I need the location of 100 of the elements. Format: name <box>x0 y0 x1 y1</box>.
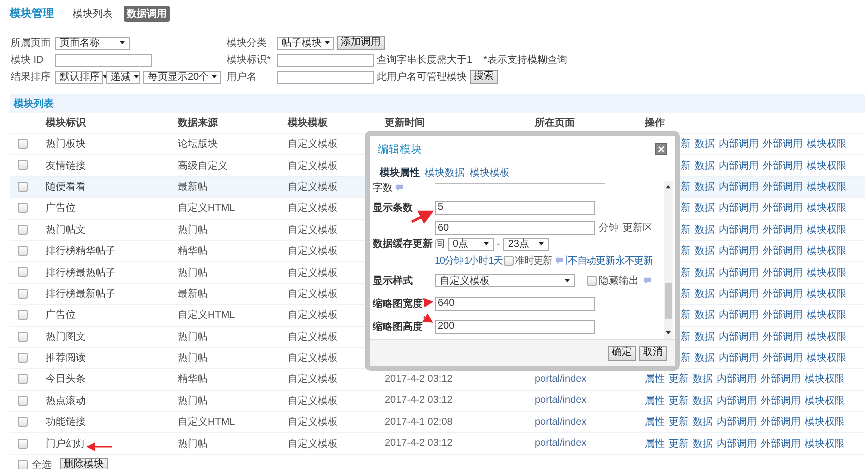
action-link[interactable]: 属性 <box>645 436 665 451</box>
action-link[interactable]: 外部调用 <box>763 351 803 366</box>
action-link[interactable]: 更新 <box>669 394 689 408</box>
action-link[interactable]: 内部调用 <box>717 394 757 408</box>
action-link[interactable]: 新 <box>681 266 691 280</box>
action-link[interactable]: 内部调用 <box>719 201 759 216</box>
action-link[interactable]: 模块权限 <box>805 394 845 408</box>
page-link[interactable]: portal/index <box>535 395 587 406</box>
dialog-tab[interactable]: 模块属性 <box>380 166 420 178</box>
dialog-button[interactable]: 取消 <box>639 346 667 360</box>
action-link[interactable]: 数据 <box>695 137 715 152</box>
action-link[interactable]: 数据 <box>695 308 715 322</box>
input-field[interactable]: 200 <box>435 320 595 334</box>
order-select[interactable]: 递减 <box>106 70 140 84</box>
preset-link[interactable]: 1天 <box>488 254 503 268</box>
action-link[interactable]: 外部调用 <box>763 137 803 152</box>
action-link[interactable]: 外部调用 <box>763 244 803 258</box>
row-checkbox[interactable] <box>18 396 28 406</box>
action-link[interactable]: 数据 <box>693 394 713 408</box>
action-link[interactable]: 内部调用 <box>719 330 759 344</box>
action-link[interactable]: 新 <box>681 158 691 173</box>
action-link[interactable]: 新 <box>681 308 691 322</box>
action-link[interactable]: 模块权限 <box>807 351 847 366</box>
action-link[interactable]: 外部调用 <box>761 372 801 386</box>
row-checkbox[interactable] <box>18 352 28 363</box>
update-link[interactable]: 永不更新 <box>616 254 653 268</box>
action-link[interactable]: 新 <box>681 286 691 301</box>
sort-select[interactable]: 默认排序 <box>55 70 103 84</box>
action-link[interactable]: 外部调用 <box>763 222 803 237</box>
action-link[interactable]: 模块权限 <box>807 286 847 301</box>
id-input[interactable] <box>55 54 152 66</box>
action-link[interactable]: 模块权限 <box>807 308 847 322</box>
help-icon[interactable] <box>395 184 404 192</box>
key-input[interactable] <box>277 54 374 66</box>
action-link[interactable]: 更新 <box>669 436 689 451</box>
action-link[interactable]: 内部调用 <box>719 180 759 194</box>
action-link[interactable]: 属性 <box>645 415 665 430</box>
action-link[interactable]: 外部调用 <box>761 415 801 430</box>
action-link[interactable]: 数据 <box>695 222 715 237</box>
page-link[interactable]: portal/index <box>535 438 587 450</box>
action-link[interactable]: 模块权限 <box>805 415 845 430</box>
page-select[interactable]: 页面名称 <box>55 36 130 50</box>
action-link[interactable]: 模块权限 <box>807 266 847 280</box>
preset-link[interactable]: 1小时 <box>464 254 488 268</box>
row-checkbox[interactable] <box>18 438 28 449</box>
close-button[interactable] <box>655 143 667 155</box>
action-link[interactable]: 模块权限 <box>807 330 847 344</box>
action-link[interactable]: 数据 <box>695 351 715 366</box>
category-select[interactable]: 帖子模块 <box>277 36 334 50</box>
search-button[interactable]: 搜索 <box>470 70 498 84</box>
action-link[interactable]: 属性 <box>645 372 665 386</box>
nav-tab[interactable]: 数据调用 <box>124 6 170 22</box>
row-checkbox[interactable] <box>18 417 28 428</box>
action-link[interactable]: 内部调用 <box>719 137 759 152</box>
row-checkbox[interactable] <box>18 267 28 278</box>
action-link[interactable]: 新 <box>681 330 691 344</box>
action-link[interactable]: 外部调用 <box>763 180 803 194</box>
action-link[interactable]: 内部调用 <box>719 308 759 322</box>
action-link[interactable]: 数据 <box>693 436 713 451</box>
action-link[interactable]: 新 <box>681 201 691 216</box>
help-icon[interactable] <box>555 256 564 264</box>
action-link[interactable]: 数据 <box>693 372 713 386</box>
dialog-tab[interactable]: 模块模板 <box>470 166 510 178</box>
per-page-select[interactable]: 每页显示20个 <box>143 70 221 84</box>
action-link[interactable]: 数据 <box>695 158 715 173</box>
input-field[interactable] <box>435 181 605 184</box>
action-link[interactable]: 外部调用 <box>761 394 801 408</box>
action-link[interactable]: 外部调用 <box>761 436 801 451</box>
action-link[interactable]: 数据 <box>695 180 715 194</box>
row-checkbox[interactable] <box>18 332 28 342</box>
action-link[interactable]: 外部调用 <box>763 201 803 216</box>
action-link[interactable]: 内部调用 <box>717 415 757 430</box>
action-link[interactable]: 新 <box>681 351 691 366</box>
action-link[interactable]: 内部调用 <box>719 266 759 280</box>
action-link[interactable]: 内部调用 <box>719 351 759 366</box>
action-link[interactable]: 内部调用 <box>719 286 759 301</box>
row-checkbox[interactable] <box>18 182 28 192</box>
checkbox[interactable] <box>587 276 597 286</box>
action-link[interactable]: 数据 <box>695 244 715 258</box>
input-field[interactable]: 60 <box>435 221 595 235</box>
action-link[interactable]: 新 <box>681 180 691 194</box>
row-checkbox[interactable] <box>18 160 28 170</box>
action-link[interactable]: 外部调用 <box>763 266 803 280</box>
row-checkbox[interactable] <box>18 310 28 320</box>
scrollbar[interactable] <box>664 181 673 339</box>
add-button[interactable]: 添加调用 <box>337 36 385 50</box>
action-link[interactable]: 模块权限 <box>807 137 847 152</box>
input-field[interactable]: 640 <box>435 296 595 310</box>
username-input[interactable] <box>277 70 374 84</box>
help-icon[interactable] <box>643 276 652 284</box>
action-link[interactable]: 内部调用 <box>719 222 759 237</box>
row-checkbox[interactable] <box>18 246 28 256</box>
action-link[interactable]: 内部调用 <box>719 244 759 258</box>
preset-link[interactable]: 10分钟 <box>435 254 464 268</box>
delete-button[interactable]: 删除模块 <box>60 458 108 469</box>
row-checkbox[interactable] <box>18 203 28 214</box>
row-checkbox[interactable] <box>18 139 28 150</box>
hour-select[interactable]: 23点 <box>503 238 550 250</box>
action-link[interactable]: 模块权限 <box>805 436 845 451</box>
action-link[interactable]: 数据 <box>695 286 715 301</box>
